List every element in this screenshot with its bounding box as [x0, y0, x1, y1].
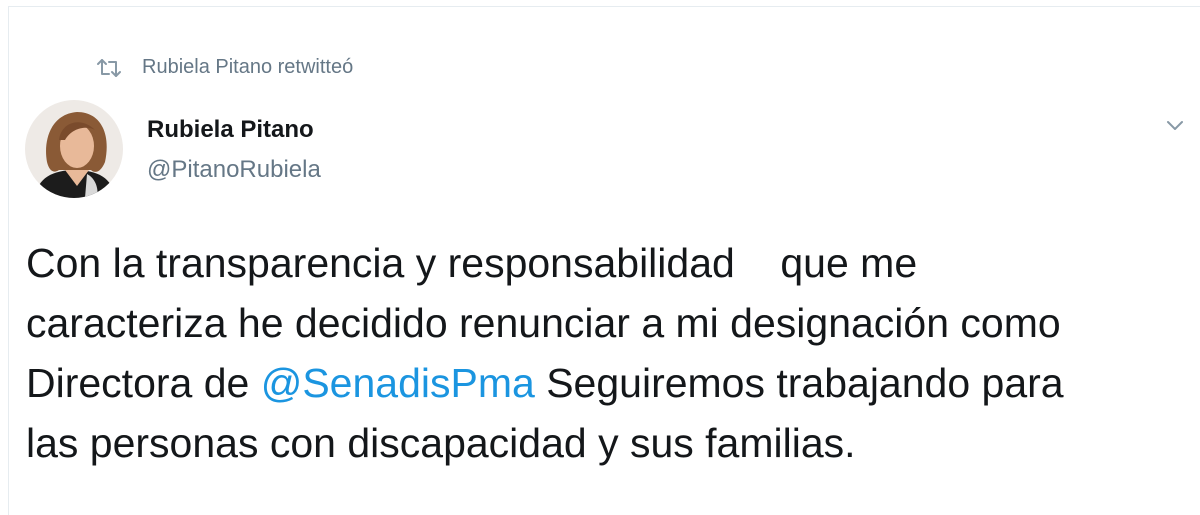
- tweet-text-line-3-end: Seguiremos trabajando para: [534, 360, 1064, 406]
- card-left-border: [8, 6, 9, 515]
- chevron-down-icon: [1165, 118, 1185, 137]
- tweet-text-line-3: Directora de @SenadisPma Seguiremos trab…: [26, 353, 1196, 413]
- tweet-text-line-1: Con la transparencia y responsabilidad q…: [26, 240, 918, 286]
- card-top-border: [8, 6, 1200, 7]
- author-handle[interactable]: @PitanoRubiela: [147, 156, 321, 184]
- tweet-text: Con la transparencia y responsabilidad q…: [26, 233, 1196, 473]
- mention-link[interactable]: @SenadisPma: [261, 360, 535, 406]
- tweet-text-line-3-start: Directora de: [26, 360, 261, 406]
- retweet-icon: [96, 57, 122, 79]
- tweet-menu-button[interactable]: [1160, 112, 1190, 142]
- avatar[interactable]: [25, 100, 123, 198]
- author-display-name[interactable]: Rubiela Pitano: [147, 116, 314, 144]
- tweet-text-line-4: las personas con discapacidad y sus fami…: [26, 420, 856, 466]
- tweet-text-line-2: caracteriza he decidido renunciar a mi d…: [26, 300, 1061, 346]
- retweet-context-label: Rubiela Pitano retwitteó: [142, 56, 354, 78]
- retweet-context[interactable]: Rubiela Pitano retwitteó: [96, 56, 353, 79]
- tweet-card[interactable]: Rubiela Pitano retwitteó Rubiela Pitano …: [0, 0, 1200, 515]
